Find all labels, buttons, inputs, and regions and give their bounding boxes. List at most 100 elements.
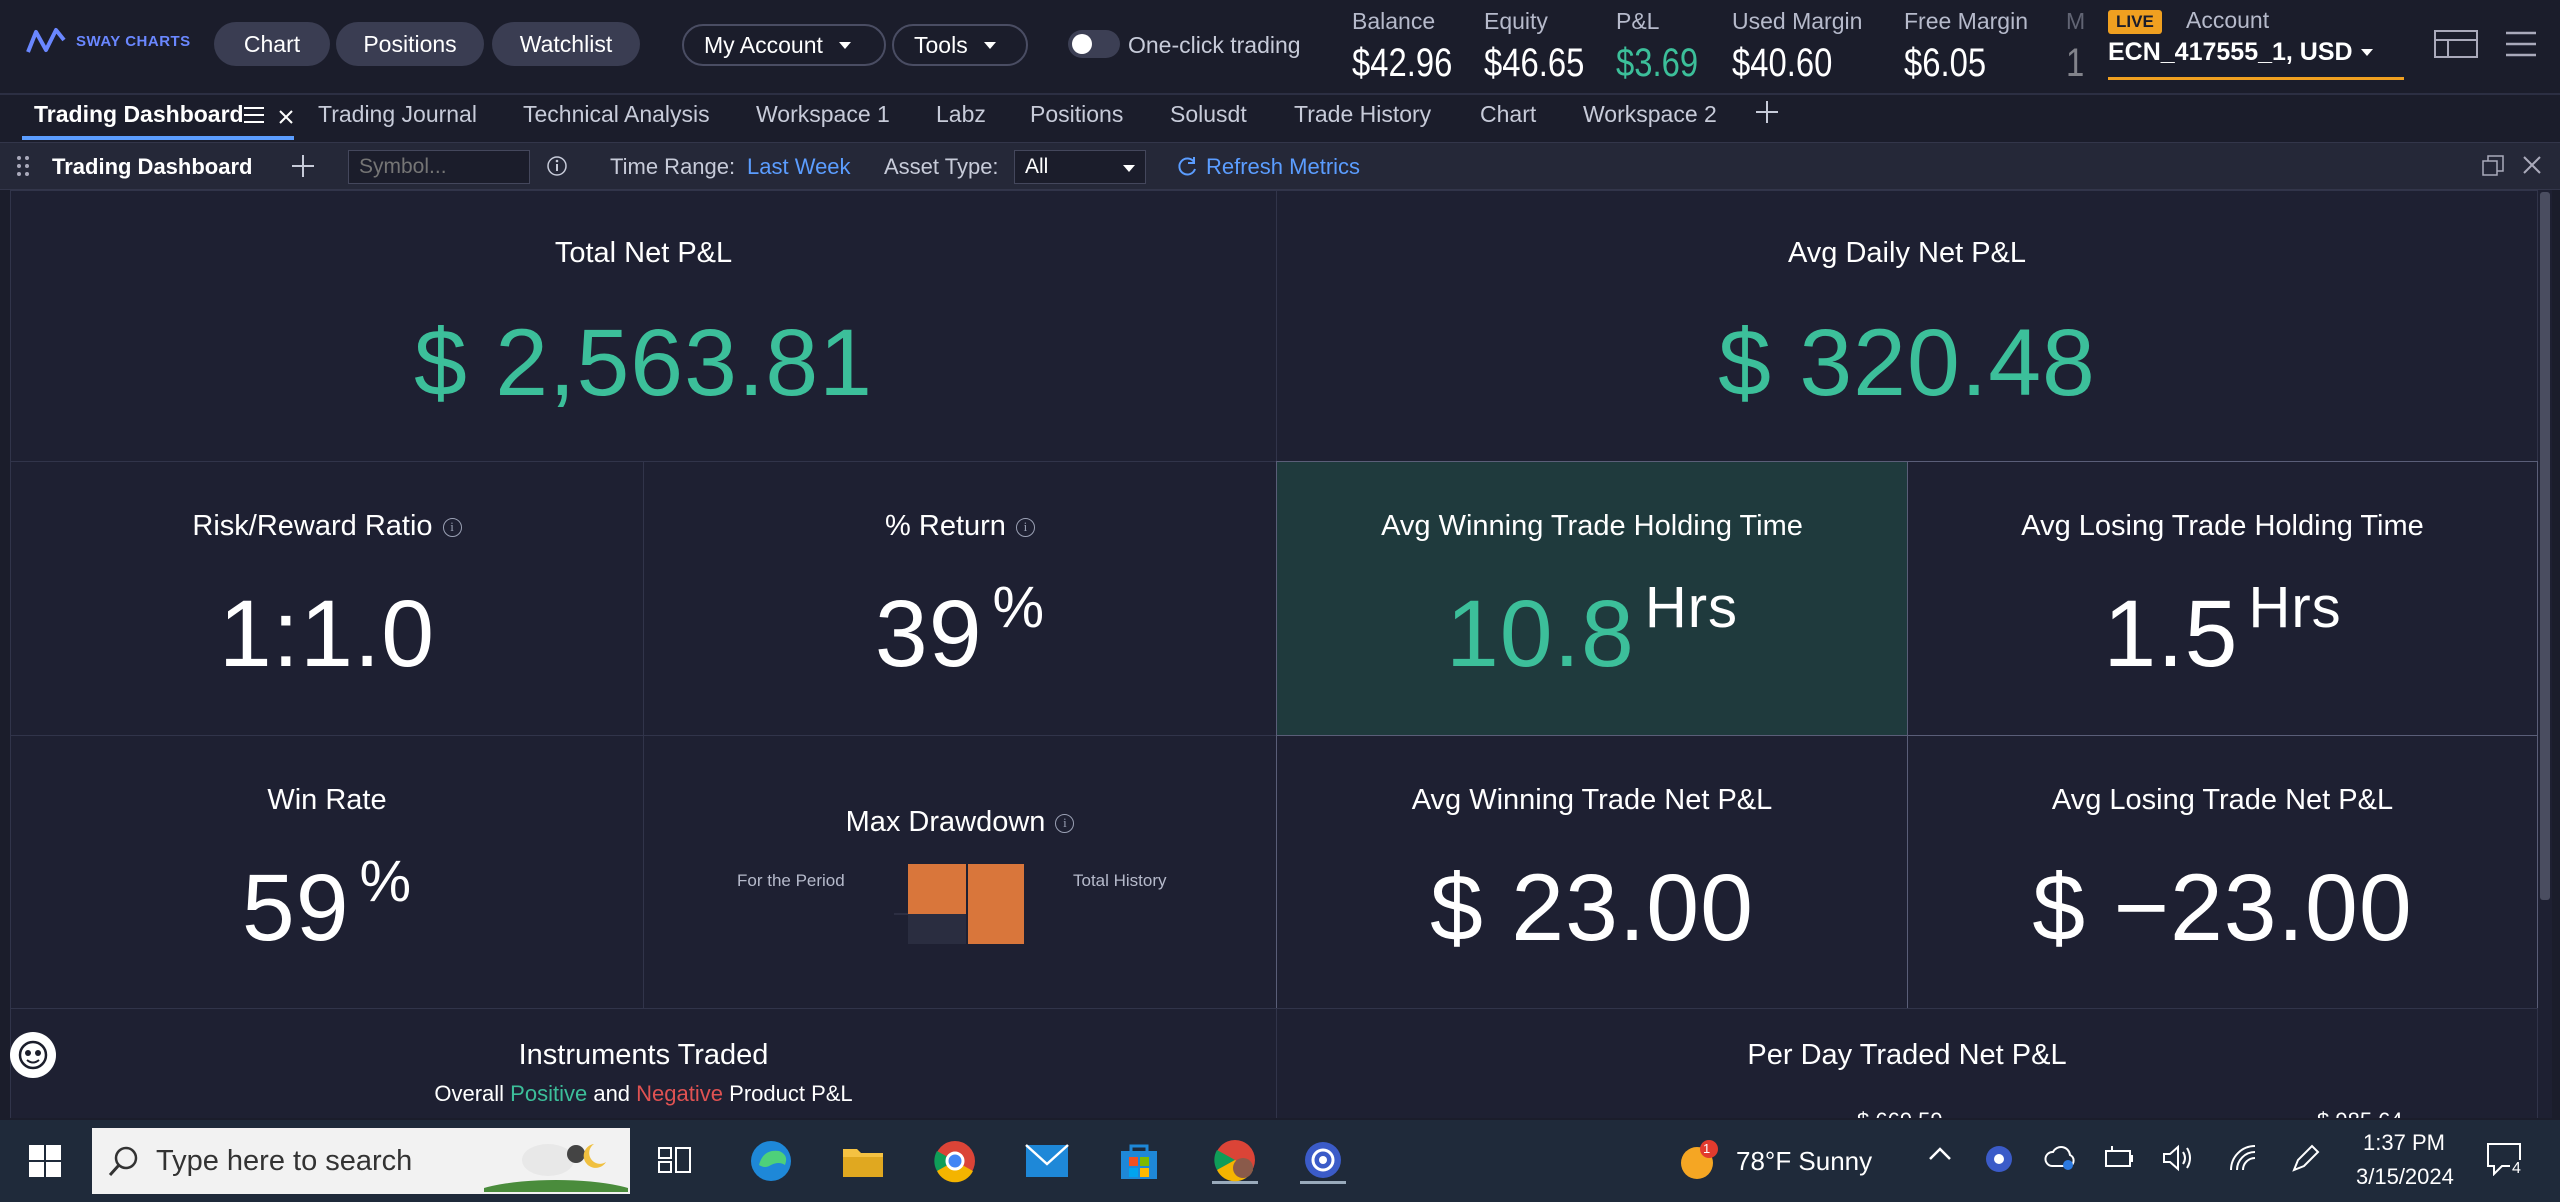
layout-icon[interactable] bbox=[2434, 30, 2478, 66]
windows-start-icon[interactable] bbox=[22, 1138, 68, 1184]
balance-stat: Balance $42.96 bbox=[1352, 8, 1474, 86]
clock-date: 3/15/2024 bbox=[2356, 1164, 2454, 1189]
file-explorer-icon[interactable] bbox=[840, 1138, 886, 1184]
avg-daily-net-pnl-value: $ 320.48 bbox=[1718, 310, 2096, 416]
tab-trading-dashboard[interactable]: Trading Dashboard bbox=[34, 101, 244, 128]
workspace-tabs: Trading Dashboard Trading Journal Techni… bbox=[0, 95, 2560, 141]
my-account-dropdown[interactable]: My Account bbox=[682, 24, 886, 66]
positions-nav-button[interactable]: Positions bbox=[336, 22, 484, 66]
watchlist-nav-button[interactable]: Watchlist bbox=[492, 22, 640, 66]
chrome-icon[interactable] bbox=[932, 1138, 978, 1184]
panel-title: Trading Dashboard bbox=[52, 154, 253, 179]
add-widget-icon[interactable] bbox=[290, 153, 316, 185]
tools-label: Tools bbox=[914, 31, 968, 58]
tab-trading-journal[interactable]: Trading Journal bbox=[318, 101, 477, 128]
pct-return-card: % Return i 39% bbox=[643, 461, 1277, 736]
asset-type-select[interactable]: All bbox=[1014, 150, 1146, 184]
pct-return-unit: % bbox=[992, 575, 1046, 640]
negative-label: Negative bbox=[636, 1081, 724, 1106]
balance-label: Balance bbox=[1352, 8, 1436, 34]
info-icon[interactable]: i bbox=[1055, 813, 1075, 833]
clock-time: 1:37 PM bbox=[2363, 1130, 2445, 1155]
tab-workspace-1[interactable]: Workspace 1 bbox=[756, 101, 890, 128]
pct-return-title-row: % Return i bbox=[644, 510, 1276, 543]
avg-loss-pnl-title: Avg Losing Trade Net P&L bbox=[2051, 784, 2394, 816]
logo-text: SWAY CHARTS bbox=[76, 32, 191, 50]
account-selector[interactable]: ECN_417555_1, USD bbox=[2108, 38, 2404, 80]
max-drawdown-card: Max Drawdown i For the Period Total Histo… bbox=[643, 735, 1277, 1009]
sway-app-icon[interactable] bbox=[1300, 1138, 1346, 1184]
chevron-down-icon bbox=[2360, 49, 2373, 56]
pct-return-title: % Return bbox=[885, 510, 1006, 542]
taskbar-search-placeholder: Type here to search bbox=[156, 1144, 413, 1177]
tab-solusdt[interactable]: Solusdt bbox=[1170, 101, 1247, 128]
tools-dropdown[interactable]: Tools bbox=[892, 24, 1028, 66]
risk-reward-value: 1:1.0 bbox=[218, 581, 436, 687]
tab-close-icon[interactable] bbox=[278, 104, 294, 131]
sway-charts-logo[interactable]: SWAY CHARTS bbox=[26, 26, 191, 56]
win-rate-row: 59% bbox=[11, 849, 643, 963]
cloud-sync-icon[interactable] bbox=[2044, 1144, 2076, 1179]
instruments-traded-card: Instruments Traded Overall Positive and … bbox=[10, 1008, 1277, 1118]
notification-center-icon[interactable]: 4 bbox=[2486, 1142, 2523, 1183]
chrome-profile-icon[interactable] bbox=[1212, 1138, 1258, 1184]
clock[interactable]: 1:37 PM 3/15/2024 bbox=[2356, 1130, 2454, 1190]
symbol-search-input[interactable] bbox=[348, 150, 530, 184]
tab-labz[interactable]: Labz bbox=[936, 101, 986, 128]
assistant-icon[interactable] bbox=[10, 1032, 56, 1078]
per-day-peek-right: $ 985.64 bbox=[2317, 1108, 2403, 1118]
avg-win-hold-card: Avg Winning Trade Holding Time 10.8 Hrs bbox=[1276, 461, 1908, 736]
chevron-down-icon bbox=[838, 41, 851, 49]
refresh-metrics-button[interactable]: Refresh Metrics bbox=[1176, 154, 1360, 180]
and-label: and bbox=[593, 1081, 631, 1106]
avg-win-pnl-value: $ 23.00 bbox=[1430, 855, 1754, 961]
time-range-label: Time Range: bbox=[610, 154, 736, 179]
tab-positions[interactable]: Positions bbox=[1030, 101, 1123, 128]
instruments-traded-title: Instruments Traded bbox=[518, 1039, 769, 1071]
info-icon[interactable] bbox=[546, 155, 568, 183]
info-icon[interactable]: i bbox=[1015, 517, 1035, 537]
microsoft-store-icon[interactable] bbox=[1116, 1138, 1162, 1184]
tab-technical-analysis[interactable]: Technical Analysis bbox=[523, 101, 710, 128]
chart-nav-button[interactable]: Chart bbox=[214, 22, 330, 66]
avg-loss-pnl-value: $ −23.00 bbox=[2032, 855, 2413, 961]
truncated-stat: M 1 bbox=[2066, 8, 2088, 86]
drag-handle-icon[interactable] bbox=[16, 155, 30, 183]
one-click-trading-toggle[interactable] bbox=[1068, 30, 1120, 58]
vertical-scrollbar[interactable] bbox=[2540, 192, 2550, 900]
asset-type-label: Asset Type: bbox=[884, 154, 999, 179]
close-panel-icon[interactable] bbox=[2522, 155, 2542, 181]
weather-icon[interactable]: 1 bbox=[1676, 1138, 1722, 1184]
tab-menu-icon[interactable] bbox=[244, 103, 264, 130]
tab-chart[interactable]: Chart bbox=[1480, 101, 1536, 128]
taskbar-search[interactable]: Type here to search bbox=[92, 1128, 630, 1194]
pen-icon[interactable] bbox=[2290, 1144, 2320, 1181]
chevron-up-icon[interactable] bbox=[1928, 1142, 1952, 1173]
volume-icon[interactable] bbox=[2162, 1144, 2194, 1179]
logo-icon bbox=[26, 28, 66, 53]
max-drawdown-title-row: Max Drawdown i bbox=[644, 806, 1276, 839]
win-rate-card: Win Rate 59% bbox=[10, 735, 644, 1009]
tab-workspace-2[interactable]: Workspace 2 bbox=[1583, 101, 1717, 128]
risk-reward-card: Risk/Reward Ratio i 1:1.0 bbox=[10, 461, 644, 736]
hamburger-menu-icon[interactable] bbox=[2506, 30, 2536, 66]
one-click-trading-label: One-click trading bbox=[1128, 32, 1301, 58]
tab-trade-history[interactable]: Trade History bbox=[1294, 101, 1431, 128]
battery-icon[interactable] bbox=[2104, 1146, 2134, 1177]
wifi-icon[interactable] bbox=[2228, 1144, 2258, 1179]
time-range-value[interactable]: Last Week bbox=[747, 154, 851, 180]
mail-icon[interactable] bbox=[1024, 1138, 1070, 1184]
weather-text[interactable]: 78°F Sunny bbox=[1736, 1146, 1872, 1177]
pnl-label: P&L bbox=[1616, 8, 1660, 34]
truncated-stat-value: 1 bbox=[2066, 41, 2085, 85]
avg-daily-net-pnl-title: Avg Daily Net P&L bbox=[1787, 237, 2027, 269]
drawdown-total-label: Total History bbox=[1073, 871, 1167, 890]
edge-browser-icon[interactable] bbox=[748, 1138, 794, 1184]
tray-app-icon[interactable] bbox=[1984, 1144, 2014, 1181]
add-tab-icon[interactable] bbox=[1754, 99, 1780, 131]
drawdown-period-bar bbox=[908, 864, 966, 914]
info-icon[interactable]: i bbox=[442, 517, 462, 537]
task-view-icon[interactable] bbox=[652, 1138, 698, 1184]
popout-icon[interactable] bbox=[2482, 155, 2504, 183]
chevron-down-icon bbox=[983, 41, 996, 49]
